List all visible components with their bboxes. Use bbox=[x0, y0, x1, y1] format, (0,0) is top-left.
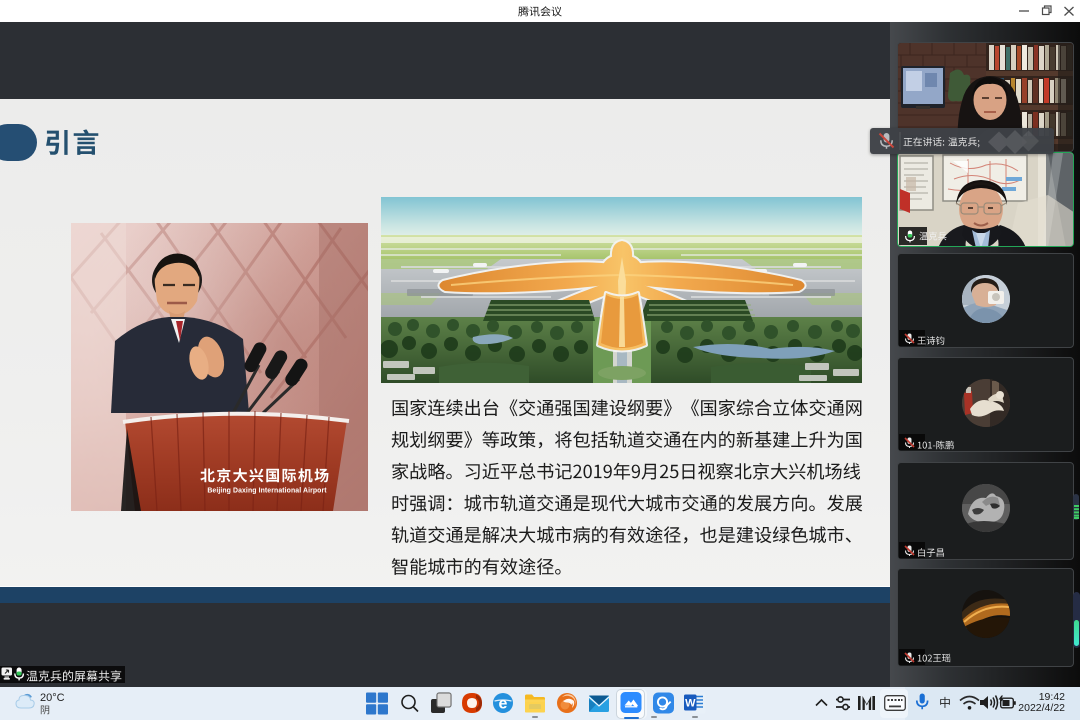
svg-text:e: e bbox=[499, 696, 508, 713]
svg-text:W: W bbox=[685, 698, 696, 710]
svg-text:Beijing Daxing International A: Beijing Daxing International Airport bbox=[207, 488, 327, 495]
